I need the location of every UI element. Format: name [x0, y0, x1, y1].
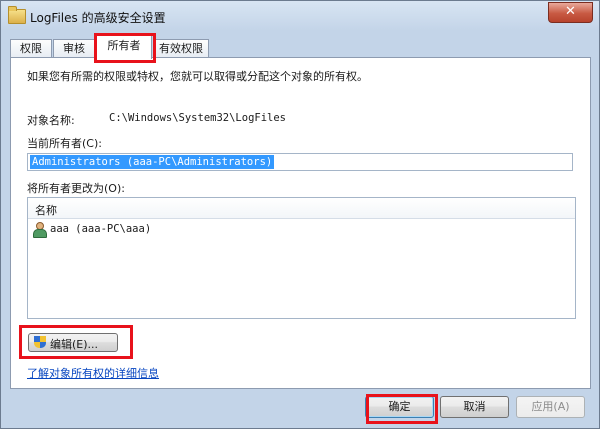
window-title: LogFiles 的高级安全设置: [30, 11, 166, 25]
advanced-security-settings-dialog: LogFiles 的高级安全设置 ✕ 权限 审核 所有者 有效权限 如果您有所需…: [0, 0, 600, 429]
list-column-header-label: 名称: [35, 204, 57, 217]
apply-button[interactable]: 应用(A): [516, 396, 585, 418]
ok-button[interactable]: 确定: [365, 396, 434, 418]
uac-shield-icon: [34, 336, 46, 349]
edit-button[interactable]: 编辑(E)...: [28, 333, 118, 352]
current-owner-label: 当前所有者(C):: [27, 137, 102, 150]
list-column-header-name[interactable]: 名称: [28, 198, 575, 219]
object-name-label: 对象名称:: [27, 114, 75, 127]
tab-effective-permissions[interactable]: 有效权限: [153, 39, 209, 58]
change-owner-label: 将所有者更改为(O):: [27, 182, 125, 195]
folder-icon: [8, 6, 26, 24]
title-bar: LogFiles 的高级安全设置 ✕: [1, 1, 599, 31]
change-owner-list[interactable]: 名称 aaa (aaa-PC\aaa): [27, 197, 576, 319]
tab-auditing[interactable]: 审核: [53, 39, 95, 58]
edit-button-label: 编辑(E)...: [50, 338, 99, 351]
cancel-button[interactable]: 取消: [440, 396, 509, 418]
owner-tab-panel: 如果您有所需的权限或特权，您就可以取得或分配这个对象的所有权。 对象名称: C:…: [10, 57, 591, 389]
tab-permissions[interactable]: 权限: [10, 39, 52, 58]
tab-owner[interactable]: 所有者: [96, 34, 152, 59]
list-item-label: aaa (aaa-PC\aaa): [50, 223, 152, 235]
object-name-value: C:\Windows\System32\LogFiles: [109, 112, 287, 124]
learn-ownership-link[interactable]: 了解对象所有权的详细信息: [27, 365, 159, 381]
user-icon: [33, 222, 47, 238]
current-owner-field[interactable]: Administrators (aaa-PC\Administrators): [27, 153, 573, 171]
close-button[interactable]: ✕: [548, 2, 593, 23]
intro-text: 如果您有所需的权限或特权，您就可以取得或分配这个对象的所有权。: [27, 70, 368, 83]
current-owner-value: Administrators (aaa-PC\Administrators): [30, 155, 275, 169]
